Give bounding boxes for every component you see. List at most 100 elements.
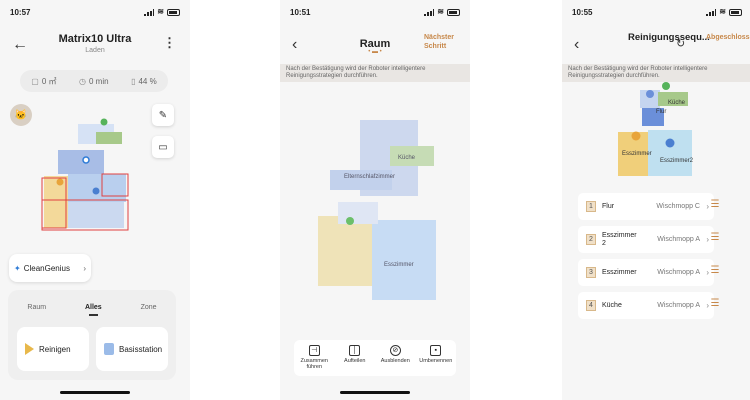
nav-bar: ‹ Raum • ▬ • Nächster Schritt [280, 28, 470, 62]
screen-robot-home: 10:57 ≋ ← Matrix10 Ultra Laden ⋮ ▢ 0 ㎡ ◷ 0… [0, 0, 190, 400]
battery-status-icon [729, 8, 742, 16]
start-clean-button[interactable]: Reinigen [17, 327, 89, 371]
area-stat: ▢ 0 ㎡ [31, 76, 57, 86]
status-time: 10:55 [572, 8, 593, 17]
hide-tool[interactable]: ⊘ Ausblenden [377, 345, 413, 364]
device-status: Laden [85, 47, 105, 54]
battery-status-icon [167, 8, 180, 16]
map-label-kueche: Küche [668, 100, 686, 106]
wifi-icon: ≋ [719, 7, 726, 16]
rename-tool[interactable]: ▪ Umbenennen [418, 345, 454, 364]
floor-map[interactable]: Küche Flur Esszimmer Esszimmer2 [602, 82, 712, 182]
map-label-flur: Flur [656, 109, 666, 115]
play-icon [25, 343, 34, 355]
map-pin-2 [92, 187, 100, 195]
next-step-button[interactable]: Nächster Schritt [424, 33, 462, 51]
sequence-item[interactable]: 1 Flur Wischmopp C › [578, 193, 714, 220]
map-label-eltern: Elternschlafzimmer [344, 174, 395, 180]
map-pin-4 [662, 82, 670, 90]
battery-status-icon [447, 8, 460, 16]
sequence-number: 2 [586, 234, 596, 245]
drag-handle-icon[interactable]: ☰ [708, 232, 722, 243]
signal-icon [144, 8, 155, 16]
clean-genius-button[interactable]: ✦ CleanGenius › [9, 254, 91, 282]
map-room-lower [68, 202, 124, 228]
sequence-mode: Wischmopp A [657, 269, 700, 276]
back-icon[interactable]: ‹ [574, 36, 579, 54]
merge-icon: ⊣ [308, 345, 320, 356]
sequence-item[interactable]: 3 Esszimmer Wischmopp A › [578, 259, 714, 286]
battery-stat: ▯ 44 % [131, 76, 157, 86]
sequence-room-name: Esszimmer 2 [602, 231, 637, 247]
sequence-number: 1 [586, 201, 596, 212]
map-label-kueche: Küche [398, 155, 416, 161]
wifi-icon: ≋ [437, 7, 444, 16]
wifi-icon: ≋ [157, 7, 164, 16]
sequence-item[interactable]: 4 Küche Wischmopp A › [578, 292, 714, 319]
screen-cleaning-sequence: 10:55 ≋ ‹ Reinigungssequ... ↻ Abgeschlos… [562, 0, 750, 400]
rename-icon: ▪ [430, 345, 442, 356]
map-pin-1 [646, 90, 654, 98]
robot-position [82, 156, 90, 164]
sequence-mode: Wischmopp A [657, 302, 700, 309]
base-station-label: Basisstation [119, 344, 163, 354]
time-stat: ◷ 0 min [79, 76, 109, 86]
sequence-room-name: Esszimmer [602, 268, 637, 276]
hide-icon: ⊘ [389, 345, 401, 356]
stats-bar: ▢ 0 ㎡ ◷ 0 min ▯ 44 % [20, 70, 168, 92]
map-room-dining [44, 176, 68, 228]
sequence-room-name: Küche [602, 301, 622, 309]
map-label-esszimmer: Esszimmer [384, 262, 414, 268]
map-pin-4 [100, 118, 108, 126]
tab-zone[interactable]: Zone [141, 304, 157, 311]
base-station-button[interactable]: Basisstation [96, 327, 168, 371]
map-label-esszimmer: Esszimmer [622, 151, 652, 157]
status-time: 10:57 [10, 8, 31, 17]
start-clean-label: Reinigen [39, 344, 71, 354]
sequence-mode: Wischmopp C [656, 203, 700, 210]
robot-avatar[interactable]: 🐱 [10, 104, 32, 126]
nav-bar: ‹ Reinigungssequ... ↻ Abgeschlossen [562, 28, 750, 62]
clock-icon: ◷ [79, 76, 86, 86]
floor-map[interactable]: Küche Elternschlafzimmer Esszimmer [310, 112, 440, 302]
sequence-list: 1 Flur Wischmopp C › 2 Esszimmer 2 Wisch… [578, 193, 714, 325]
map-room-left [318, 216, 372, 286]
drag-handle-icon[interactable]: ☰ [708, 199, 722, 210]
split-icon: │ [349, 345, 361, 356]
status-bar: 10:55 ≋ [562, 6, 750, 20]
area-icon: ▢ [31, 76, 39, 86]
page-title: Matrix10 Ultra [58, 33, 132, 45]
drag-handle-icon[interactable]: ☰ [708, 265, 722, 276]
refresh-icon[interactable]: ↻ [676, 37, 685, 50]
battery-icon: ▯ [131, 76, 136, 86]
drag-handle-icon[interactable]: ☰ [708, 298, 722, 309]
selected-room-check [346, 217, 354, 225]
sequence-room-name: Flur [602, 202, 615, 210]
map-pin-2 [665, 138, 675, 148]
tab-alles[interactable]: Alles [85, 304, 102, 316]
camera-icon[interactable]: ▭ [152, 136, 174, 158]
map-room-hall [58, 150, 104, 174]
split-tool[interactable]: │ Aufteilen [337, 345, 373, 364]
done-button[interactable]: Abgeschlossen [706, 33, 750, 42]
page-title: Reinigungssequ... [628, 32, 710, 43]
more-icon[interactable]: ⋮ [163, 35, 176, 51]
signal-icon [424, 8, 435, 16]
edit-map-icon[interactable]: ✎ [152, 104, 174, 126]
merge-tool[interactable]: ⊣ Zusammen führen [296, 345, 332, 370]
map-pin-3 [631, 131, 641, 141]
map-room-esszimmer2 [648, 130, 692, 176]
mode-tabs: Raum Alles Zone [8, 304, 176, 316]
sequence-item[interactable]: 2 Esszimmer 2 Wischmopp A › [578, 226, 714, 253]
floor-map[interactable] [38, 118, 138, 236]
clean-genius-label: CleanGenius [23, 263, 70, 273]
map-pin-3 [56, 178, 64, 186]
home-indicator [340, 391, 410, 394]
room-toolbar: ⊣ Zusammen führen │ Aufteilen ⊘ Ausblend… [294, 340, 456, 376]
map-room-parent [330, 170, 392, 190]
status-time: 10:51 [290, 8, 311, 17]
map-room-dining [372, 220, 436, 300]
tab-raum[interactable]: Raum [27, 304, 46, 311]
screen-room-edit: 10:51 ≋ ‹ Raum • ▬ • Nächster Schritt Na… [280, 0, 470, 400]
chevron-right-icon: › [83, 263, 86, 273]
